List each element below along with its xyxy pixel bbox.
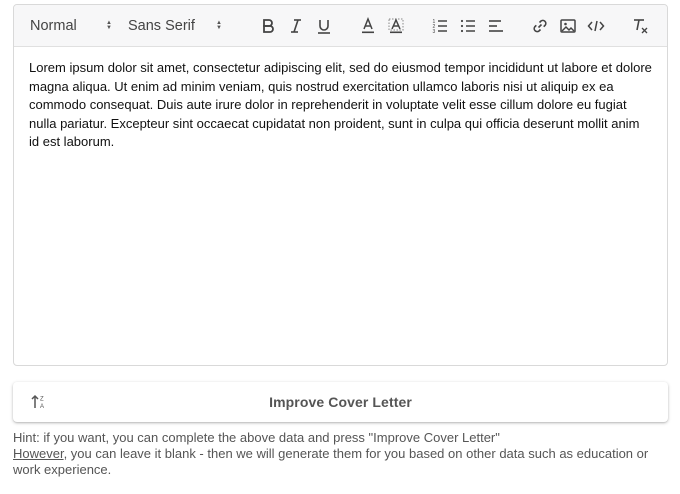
ordered-list-button[interactable]: 1 2 3 [429,15,451,37]
editor-toolbar: Normal ▲ ▼ Sans Serif ▲ ▼ 1 2 3 [14,5,667,47]
svg-text:Z: Z [40,397,44,403]
font-select-value: Sans Serif [128,18,195,34]
bullet-list-button[interactable] [457,15,479,37]
align-button[interactable] [485,15,507,37]
italic-button[interactable] [285,15,307,37]
bold-button[interactable] [257,15,279,37]
hint-text: Hint: if you want, you can complete the … [13,430,673,478]
select-arrows-icon: ▲ ▼ [106,20,112,31]
hint-line-2: However, you can leave it blank - then w… [13,446,673,478]
format-select-value: Normal [30,18,77,34]
format-select[interactable]: Normal ▲ ▼ [30,15,118,37]
bold-icon [263,19,274,33]
hint-underlined-word: However [13,446,64,461]
select-arrows-icon: ▲ ▼ [216,20,222,31]
text-color-button[interactable] [357,15,379,37]
text-color-icon [362,17,374,34]
clear-format-icon [634,19,648,34]
svg-text:3: 3 [433,29,436,35]
underline-button[interactable] [313,15,335,37]
improve-cover-letter-button[interactable]: Z A Improve Cover Letter [13,382,668,422]
hint-line-2-rest: , you can leave it blank - then we will … [13,446,649,477]
clear-format-button[interactable] [629,15,651,37]
image-icon [560,19,576,33]
underline-icon [318,20,330,34]
editor-content[interactable]: Lorem ipsum dolor sit amet, consectetur … [14,47,667,152]
sort-icon: Z A [31,394,44,410]
svg-text:A: A [40,404,44,410]
rich-text-editor: Normal ▲ ▼ Sans Serif ▲ ▼ 1 2 3 Lorem ip… [13,4,668,366]
ordered-list-icon: 1 2 3 [433,19,447,35]
background-color-icon [388,18,404,34]
font-select[interactable]: Sans Serif ▲ ▼ [128,15,228,37]
image-button[interactable] [557,15,579,37]
background-color-button[interactable] [385,15,407,37]
link-button[interactable] [529,15,551,37]
hint-line-1: Hint: if you want, you can complete the … [13,430,500,445]
italic-icon [291,19,301,33]
bullet-list-icon [460,19,475,33]
code-icon [587,20,605,32]
improve-cover-letter-label: Improve Cover Letter [269,394,412,410]
link-icon [533,19,547,33]
code-button[interactable] [585,15,607,37]
align-icon [489,20,503,32]
